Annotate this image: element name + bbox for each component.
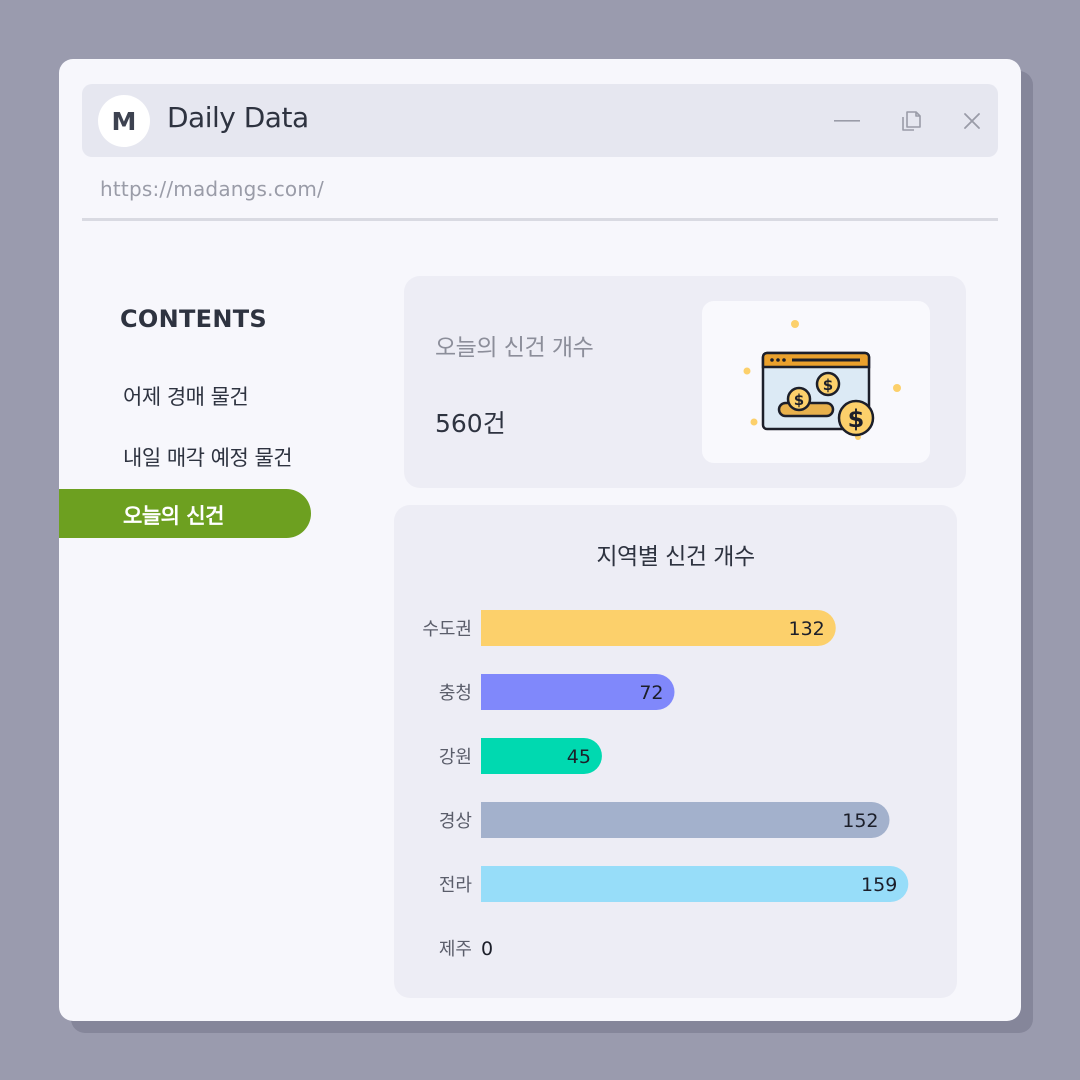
title-bar: M Daily Data [82,84,998,157]
app-title: Daily Data [167,101,309,134]
stat-value: 560건 [435,409,506,438]
bar-category-label: 충청 [439,683,472,704]
avatar[interactable]: M [98,95,150,147]
close-button[interactable] [955,104,989,138]
bar-value-label: 0 [481,938,493,960]
bar-category-label: 수도권 [422,619,472,640]
bar-value-label: 72 [639,682,663,704]
restore-icon [902,111,921,131]
bar [481,802,890,838]
bar-category-label: 경상 [439,811,472,832]
minimize-icon [834,120,860,122]
bar-value-label: 159 [861,874,897,896]
auction-money-icon: $ $ $ [743,320,901,440]
bar-category-label: 전라 [439,875,473,896]
stat-illustration: $ $ $ [702,301,930,463]
url-divider [82,218,998,221]
stat-card: 오늘의 신건 개수 560건 $ $ $ [404,276,966,488]
bar-value-label: 152 [842,810,878,832]
stat-label: 오늘의 신건 개수 [435,335,594,361]
svg-text:$: $ [794,391,804,409]
close-icon [964,113,980,129]
bar-category-label: 강원 [439,747,472,768]
bar [481,866,909,902]
sidebar-item-tomorrow-sale[interactable]: 내일 매각 예정 물건 [123,442,293,472]
app-window: M Daily Data https://madangs.com/ CONTEN… [59,59,1021,1021]
region-chart-card: 지역별 신건 개수 수도권 132 충청 72 강원 45 경상 152 전라 159 제주 0 [394,505,957,998]
minimize-button[interactable] [830,104,864,138]
sidebar-item-label: 오늘의 신건 [123,504,224,528]
url-text[interactable]: https://madangs.com/ [100,177,324,201]
bar-category-label: 제주 [439,939,472,960]
sidebar-item-today-new[interactable]: 오늘의 신건 [59,489,311,538]
svg-text:$: $ [848,405,865,433]
sidebar-heading: CONTENTS [120,305,268,333]
bar-value-label: 132 [788,618,824,640]
svg-text:$: $ [823,376,833,394]
sidebar-item-yesterday-auction[interactable]: 어제 경매 물건 [123,381,249,411]
bar-chart: 수도권 132 충청 72 강원 45 경상 152 전라 159 제주 0 [422,610,909,960]
bar [481,610,836,646]
restore-button[interactable] [894,104,928,138]
bar-value-label: 45 [567,746,591,768]
